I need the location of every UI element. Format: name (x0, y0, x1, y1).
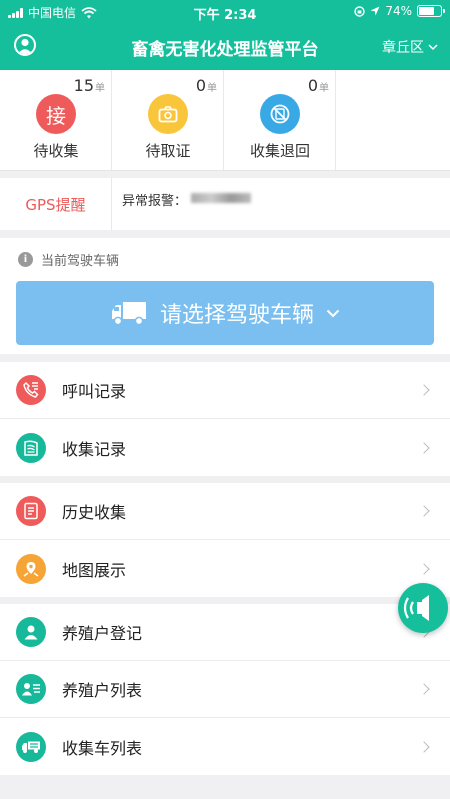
counter-label: 收集退回 (249, 142, 310, 160)
app-header: 中国电信 下午 2:34 74% 畜禽无害化处理监管平台 章丘区 (0, 0, 450, 70)
menu-item-vehicle-list[interactable]: 收集车列表 (0, 718, 450, 775)
counter-returned[interactable]: 0单 收集退回 (224, 70, 336, 170)
menu-item-label: 地图展示 (62, 560, 127, 580)
farmer-list-icon (16, 674, 46, 704)
gps-alert-panel: GPS提醒 异常报警： (0, 178, 450, 230)
return-icon (260, 94, 300, 134)
region-selector[interactable]: 章丘区 (382, 37, 438, 57)
counter-value: 0单 (307, 76, 329, 95)
counter-pending-collect[interactable]: 15单 接 待收集 (0, 70, 112, 170)
menu-group-history: 历史收集 地图展示 (0, 483, 450, 597)
gps-alert-button[interactable]: GPS提醒 (0, 178, 112, 230)
truck-icon (111, 302, 146, 326)
menu-item-farmer-register[interactable]: 养殖户登记 (0, 604, 450, 661)
menu-item-call-records[interactable]: 呼叫记录 (0, 362, 450, 419)
region-label: 章丘区 (382, 40, 424, 56)
voice-broadcast-button[interactable] (398, 583, 448, 633)
menu-item-label: 呼叫记录 (62, 382, 127, 401)
menu-item-farmer-list[interactable]: 养殖户列表 (0, 661, 450, 718)
farmer-register-icon (16, 617, 46, 647)
select-vehicle-button[interactable]: 请选择驾驶车辆 (16, 281, 434, 345)
menu-item-label: 养殖户列表 (62, 681, 143, 700)
counter-label: 待收集 (33, 142, 79, 160)
chevron-right-icon (418, 562, 430, 575)
collect-record-icon (16, 432, 46, 463)
chevron-down-icon (428, 43, 438, 50)
menu-group-management: 养殖户登记 养殖户列表 收集车列表 (0, 604, 450, 775)
status-bar: 中国电信 下午 2:34 74% (0, 0, 450, 23)
alarm-plate-redacted (191, 193, 252, 203)
chevron-right-icon (418, 384, 430, 396)
orientation-lock-icon (354, 5, 366, 17)
vehicle-list-icon (16, 731, 46, 762)
abnormal-alarm[interactable]: 异常报警： (112, 178, 261, 230)
camera-icon (148, 94, 188, 134)
menu-item-label: 养殖户登记 (62, 624, 143, 643)
vehicle-section: i 当前驾驶车辆 请选择驾驶车辆 (0, 238, 450, 354)
receive-icon: 接 (36, 94, 76, 134)
chevron-right-icon (418, 441, 430, 454)
counter-pending-evidence[interactable]: 0单 待取证 (112, 70, 224, 170)
chevron-right-icon (418, 505, 430, 517)
chevron-down-icon (326, 309, 340, 317)
menu-item-label: 收集车列表 (62, 738, 143, 758)
select-vehicle-label: 请选择驾驶车辆 (159, 303, 314, 328)
counter-value: 15单 (73, 76, 105, 95)
order-counters: 15单 接 待收集 0单 待取证 0单 收集退回 (0, 70, 450, 171)
chevron-right-icon (418, 740, 430, 753)
phone-icon (16, 375, 46, 405)
speaker-icon (403, 595, 429, 621)
battery-percent: 74% (385, 4, 412, 18)
menu-group-records: 呼叫记录 收集记录 (0, 362, 450, 476)
location-arrow-icon (370, 6, 380, 16)
counter-label: 待取证 (145, 142, 191, 160)
menu-item-label: 收集记录 (62, 439, 127, 459)
map-icon (16, 553, 46, 584)
counter-value: 0单 (195, 76, 217, 95)
battery-icon (417, 5, 445, 17)
history-icon (16, 496, 46, 526)
vehicle-caption: i 当前驾驶车辆 (18, 250, 119, 269)
alarm-label: 异常报警： (122, 194, 188, 209)
navbar: 畜禽无害化处理监管平台 章丘区 (0, 26, 450, 66)
menu-item-collect-records[interactable]: 收集记录 (0, 419, 450, 476)
chevron-right-icon (418, 683, 430, 695)
menu-item-label: 历史收集 (62, 503, 127, 522)
menu-item-history-collect[interactable]: 历史收集 (0, 483, 450, 540)
info-icon: i (18, 252, 33, 267)
menu-item-map-display[interactable]: 地图展示 (0, 540, 450, 597)
